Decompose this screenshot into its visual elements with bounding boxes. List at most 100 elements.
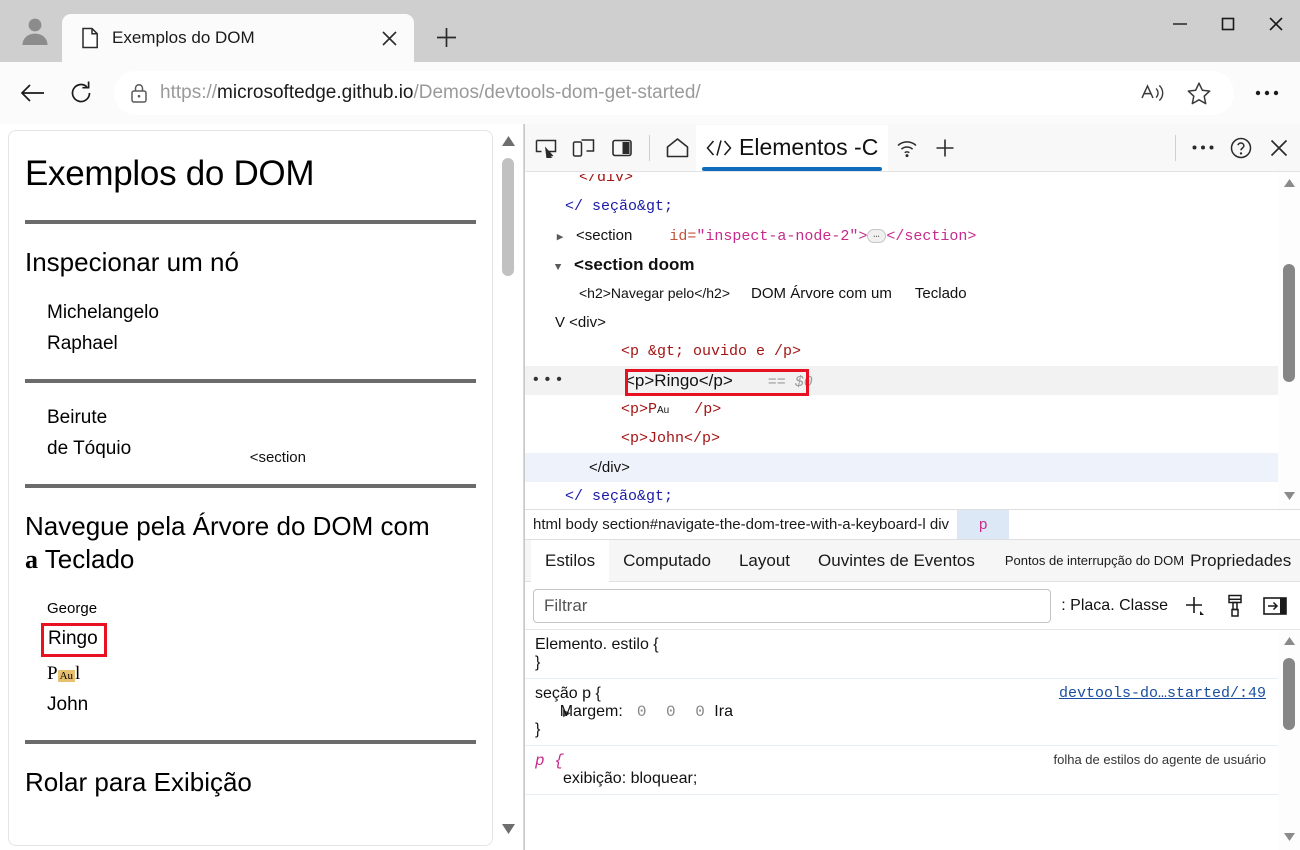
style-rule[interactable]: p { folha de estilos do agente de usuári… <box>525 746 1278 795</box>
scroll-down-arrow[interactable] <box>495 816 521 842</box>
dom-row[interactable]: </div> <box>525 174 1278 192</box>
class-toggle-button[interactable]: : Placa. Classe <box>1057 597 1172 615</box>
minimize-button[interactable] <box>1156 0 1204 48</box>
url-path: /Demos/devtools-dom-get-started/ <box>413 82 701 103</box>
declaration[interactable]: ▶Margem: 0 0 0 Ira <box>535 703 1268 721</box>
toolbar-divider <box>1175 134 1176 161</box>
browser-more-button[interactable] <box>1244 70 1290 116</box>
devtools-more-button[interactable] <box>1184 129 1222 167</box>
heading-a: a <box>25 544 38 574</box>
triangle-down-icon <box>1283 833 1295 841</box>
devtools-help-button[interactable] <box>1222 129 1260 167</box>
scroll-up-arrow[interactable] <box>1278 172 1300 194</box>
dom-row[interactable]: <p &gt; ouvido e /p> <box>525 337 1278 366</box>
back-button[interactable] <box>10 70 56 116</box>
address-bar[interactable]: https://microsoftedge.github.io/Demos/de… <box>114 71 1234 115</box>
dom-row-rest: DOM Árvore com um <box>751 285 892 302</box>
profile-avatar-button[interactable] <box>12 8 58 54</box>
dom-row-text: V <div> <box>555 314 606 331</box>
dom-tree[interactable]: </div> </ seção&gt; ▶ <section id="inspe… <box>525 172 1300 509</box>
styles-scrollbar[interactable] <box>1278 630 1300 850</box>
triangle-down-icon <box>501 824 515 834</box>
rule-source-note: folha de estilos do agente de usuário <box>1053 752 1267 767</box>
dom-row-selected[interactable]: ••• <p>Ringo</p> == $0 <box>525 366 1278 396</box>
dom-tree-scrollbar[interactable] <box>1278 172 1300 509</box>
close-icon <box>381 30 397 46</box>
tab-close-button[interactable] <box>374 23 404 53</box>
style-rule[interactable]: seção p { devtools-do…started/:49 ▶Marge… <box>525 679 1278 746</box>
filter-input[interactable]: Filtrar <box>533 588 1052 623</box>
declaration-value[interactable]: 0 0 0 <box>637 703 710 721</box>
page-title: Exemplos do DOM <box>25 154 315 193</box>
rule-source-link[interactable]: devtools-do…started/:49 <box>1059 685 1266 702</box>
dom-row[interactable]: ▼ <section doom <box>525 250 1278 279</box>
read-aloud-icon <box>1141 84 1164 102</box>
reload-button[interactable] <box>58 70 104 116</box>
scroll-down-arrow[interactable] <box>1278 826 1300 848</box>
dom-row-value: "inspect-a-node-2"> <box>696 228 868 245</box>
rule-selector[interactable]: Elemento. estilo { <box>535 636 1268 654</box>
triangle-up-icon <box>1283 179 1295 187</box>
maximize-button[interactable] <box>1204 0 1252 48</box>
scroll-thumb[interactable] <box>502 158 514 276</box>
breadcrumb-active-node[interactable]: p <box>957 510 1010 539</box>
dom-row[interactable]: </ seção&gt; <box>525 192 1278 221</box>
dom-row[interactable]: <h2>Navegar pelo</h2> DOM Árvore com um … <box>525 279 1278 308</box>
wifi-icon <box>897 140 917 157</box>
tab-elements[interactable]: Elementos -C <box>696 124 889 171</box>
styles-filter-bar: Filtrar : Placa. Classe <box>525 582 1300 630</box>
devtools-close-button[interactable] <box>1260 129 1298 167</box>
favorite-button[interactable] <box>1178 73 1220 113</box>
page-scrollbar[interactable] <box>495 128 521 848</box>
read-aloud-button[interactable] <box>1132 73 1174 113</box>
expand-ellipsis-icon[interactable]: … <box>867 229 887 244</box>
scroll-up-arrow[interactable] <box>495 128 521 154</box>
dom-row[interactable]: <p>PAu /p> <box>525 395 1278 424</box>
tab-pontos-de-interrupcao-do-dom[interactable]: Pontos de interrupção do DOM <box>1001 540 1188 582</box>
ellipsis-icon <box>1255 90 1279 96</box>
new-tab-button[interactable] <box>424 15 468 59</box>
devtools-home-button[interactable] <box>658 129 696 167</box>
highlighted-element-ringo[interactable]: Ringo <box>41 623 107 657</box>
pane-tabs-overflow-button[interactable] <box>1293 552 1300 569</box>
row-menu-icon[interactable]: ••• <box>531 366 566 395</box>
tab-estilos[interactable]: Estilos <box>531 539 610 582</box>
window-close-button[interactable] <box>1252 0 1300 48</box>
style-rule[interactable]: Elemento. estilo { } <box>525 630 1278 679</box>
paul-prefix: P <box>47 662 58 684</box>
open-in-sidebar-button[interactable] <box>1258 589 1292 623</box>
dock-side-button[interactable] <box>603 129 641 167</box>
dom-row[interactable]: </ seção&gt; <box>525 482 1278 509</box>
dom-row[interactable]: V <div> <box>525 308 1278 337</box>
declaration[interactable]: exibição: bloquear; <box>535 770 1268 788</box>
close-icon <box>1270 139 1288 156</box>
add-panel-button[interactable] <box>926 129 964 167</box>
heading-line1: Navegue pela Árvore do DOM com <box>25 511 430 542</box>
breadcrumb[interactable]: html body section#navigate-the-dom-tree-… <box>525 509 1300 540</box>
inspect-element-button[interactable] <box>527 129 565 167</box>
toolbar-divider <box>649 134 650 161</box>
list-item-ringo-wrapper: Ringo <box>25 623 476 657</box>
scroll-thumb[interactable] <box>1283 658 1295 730</box>
style-rules-pane[interactable]: Elemento. estilo { } seção p { devtools-… <box>525 630 1300 850</box>
tab-computado[interactable]: Computado <box>609 540 725 582</box>
device-emulation-button[interactable] <box>565 129 603 167</box>
scroll-down-arrow[interactable] <box>1278 485 1300 507</box>
scroll-up-arrow[interactable] <box>1278 630 1300 652</box>
au-annotation: Au <box>57 669 76 682</box>
network-button[interactable] <box>888 129 926 167</box>
tab-propriedades[interactable]: Propriedades <box>1188 540 1293 582</box>
expand-triangle-icon[interactable]: ▶ <box>553 224 567 253</box>
omnibox-actions <box>1132 73 1220 113</box>
url-text: https://microsoftedge.github.io/Demos/de… <box>160 82 701 104</box>
scroll-thumb[interactable] <box>1283 264 1295 382</box>
tab-layout[interactable]: Layout <box>725 540 804 582</box>
dom-row[interactable]: ▶ <section id="inspect-a-node-2">… </sect… <box>525 221 1278 250</box>
breadcrumb-path[interactable]: html body section#navigate-the-dom-tree-… <box>525 510 957 539</box>
new-style-rule-button[interactable] <box>1178 589 1212 623</box>
tab-ouvintes-de-eventos[interactable]: Ouvintes de Eventos <box>804 540 989 582</box>
element-state-button[interactable] <box>1218 589 1252 623</box>
dom-row[interactable]: </div> <box>525 453 1278 482</box>
browser-tab[interactable]: Exemplos do DOM <box>62 14 414 62</box>
dom-row[interactable]: <p>John</p> <box>525 424 1278 453</box>
